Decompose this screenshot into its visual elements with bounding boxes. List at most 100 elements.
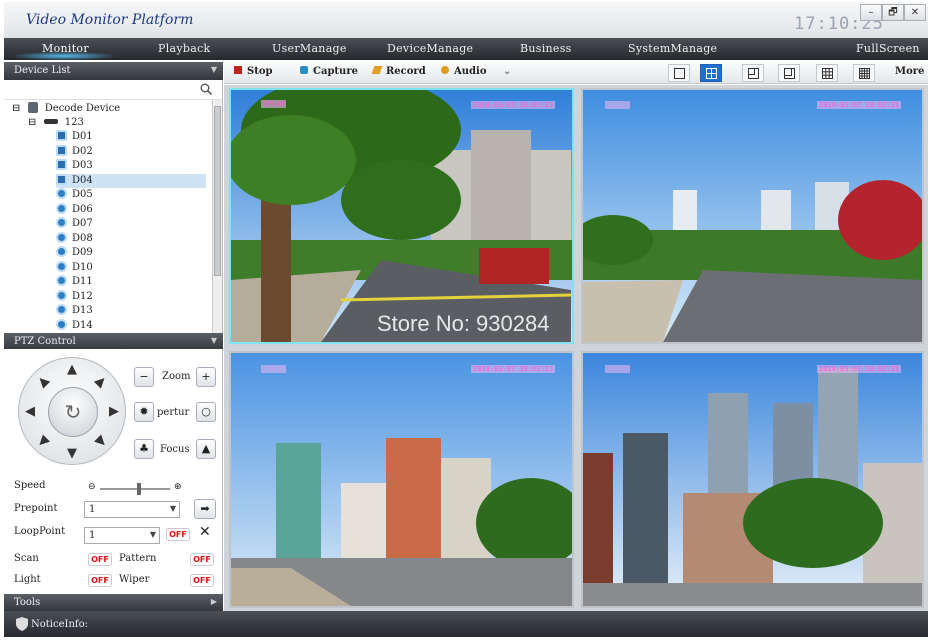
video-cell-2-name	[605, 101, 631, 109]
search-icon[interactable]	[200, 83, 212, 95]
tree-item[interactable]: D04	[56, 173, 206, 188]
close-button[interactable]: ✕	[904, 4, 926, 21]
light-toggle[interactable]: OFF	[88, 574, 112, 587]
menu-fullscreen[interactable]: FullScreen	[856, 42, 920, 55]
capture-button[interactable]: Capture	[300, 66, 358, 77]
video-cell-4[interactable]: 2014-03-07 18:02:21	[581, 351, 924, 608]
tree-item[interactable]: D08	[56, 231, 93, 246]
tree-item[interactable]: D05	[56, 188, 93, 202]
pan-down-icon[interactable]: ▼	[67, 446, 77, 461]
prepoint-label: Prepoint	[14, 503, 58, 514]
focus-far-icon[interactable]: ▲	[196, 439, 216, 459]
chevron-down-icon: ▼	[149, 530, 156, 539]
collapse-icon[interactable]: ▼	[211, 336, 217, 345]
layout-4-button[interactable]	[700, 64, 722, 82]
scan-toggle[interactable]: OFF	[88, 553, 112, 566]
prepoint-select[interactable]: 1 ▼	[84, 501, 180, 518]
layout-1-button[interactable]	[668, 64, 690, 82]
tree-item[interactable]: D14	[56, 318, 93, 333]
tree-item[interactable]: D06	[56, 202, 93, 217]
speed-decrease-icon[interactable]: ⊖	[88, 482, 96, 492]
menu-monitor[interactable]: Monitor	[42, 42, 89, 55]
layout-8-button[interactable]	[778, 64, 800, 82]
layout-six-icon	[748, 68, 759, 79]
tree-item[interactable]: D12	[56, 289, 93, 304]
menu-playback[interactable]: Playback	[158, 42, 211, 55]
video-cell-1[interactable]: IPCAM 2014-03-07 18:02:21 Store No: 9302…	[229, 88, 574, 344]
pan-right-icon[interactable]: ▶	[109, 404, 119, 419]
more-button[interactable]: More	[895, 66, 924, 77]
aperture-open-icon[interactable]: ○	[196, 402, 216, 422]
aperture-close-icon[interactable]: ✹	[134, 402, 154, 422]
menu-devicemanage[interactable]: DeviceManage	[387, 42, 473, 55]
record-button[interactable]: Record	[371, 66, 426, 77]
tree-root[interactable]: ⊟ Decode Device	[12, 102, 120, 116]
video-frame-skyline	[583, 90, 922, 342]
device-list-header[interactable]: Device List ▼	[4, 62, 223, 80]
zoom-in-icon[interactable]: +	[196, 367, 216, 387]
pan-down-right-icon[interactable]: ▼	[92, 433, 110, 451]
camera-channel-icon	[56, 231, 67, 243]
stop-label: Stop	[247, 66, 273, 77]
video-cell-4-timestamp: 2014-03-07 18:02:21	[817, 365, 902, 373]
tree-item-label: D03	[72, 160, 93, 171]
tree-item[interactable]: D03	[56, 159, 93, 173]
tree-item-label: D10	[72, 261, 93, 273]
scrollbar-thumb[interactable]	[214, 106, 221, 276]
tree-item[interactable]: D02	[56, 144, 93, 159]
tools-header[interactable]: Tools ▶	[4, 594, 223, 611]
tree-item[interactable]: D09	[56, 246, 93, 260]
camera-channel-icon	[56, 173, 67, 185]
restore-button[interactable]: 🗗	[882, 4, 904, 21]
device-list-scrollbar[interactable]	[212, 100, 222, 333]
tree-item[interactable]: D10	[56, 260, 93, 275]
pan-up-icon[interactable]: ▲	[67, 362, 77, 377]
stop-button[interactable]: Stop	[234, 66, 273, 77]
speed-slider[interactable]: ⊖ ⊕	[88, 482, 184, 495]
menu-business[interactable]: Business	[520, 42, 572, 55]
menu-systemmanage[interactable]: SystemManage	[628, 42, 717, 55]
expand-icon[interactable]: ▶	[211, 597, 217, 606]
wiper-toggle[interactable]: OFF	[190, 574, 214, 587]
tree-group[interactable]: ⊟ 123	[28, 116, 84, 130]
audio-button[interactable]: Audio	[441, 66, 487, 77]
tree-item[interactable]: D13	[56, 304, 93, 318]
speed-label: Speed	[14, 480, 46, 491]
toolbar-overflow-icon[interactable]: ⌄	[503, 66, 511, 77]
pan-up-left-icon[interactable]: ▲	[34, 373, 52, 391]
tree-item[interactable]: D01	[56, 130, 93, 144]
video-cell-1-timestamp: 2014-03-07 18:02:21	[471, 101, 556, 109]
tree-item-label: D09	[72, 247, 93, 258]
expand-icon[interactable]: ⊟	[28, 117, 36, 128]
pan-up-right-icon[interactable]: ▲	[92, 373, 110, 391]
focus-near-icon[interactable]: ♣	[134, 439, 154, 459]
video-frame-downtown	[583, 353, 922, 606]
pan-left-icon[interactable]: ◀	[25, 404, 35, 419]
collapse-icon[interactable]: ▼	[211, 65, 217, 74]
title-bar: Video Monitor Platform 17:10:25 – 🗗 ✕	[4, 2, 928, 38]
layout-9-button[interactable]	[816, 64, 838, 82]
layout-6-button[interactable]	[742, 64, 764, 82]
layout-16-button[interactable]	[853, 64, 875, 82]
minimize-button[interactable]: –	[860, 4, 882, 21]
settings-tools-icon[interactable]: ✕	[199, 524, 211, 540]
zoom-out-icon[interactable]: −	[134, 367, 154, 387]
shield-icon	[16, 617, 28, 631]
pattern-toggle[interactable]: OFF	[190, 553, 214, 566]
speed-thumb[interactable]	[136, 483, 141, 495]
speed-increase-icon[interactable]: ⊕	[174, 482, 182, 492]
tree-item[interactable]: D11	[56, 275, 93, 289]
goto-prepoint-icon[interactable]: ➡	[194, 499, 216, 519]
pan-down-left-icon[interactable]: ▼	[34, 433, 52, 451]
expand-icon[interactable]: ⊟	[12, 103, 20, 114]
looppoint-select[interactable]: 1 ▼	[84, 527, 160, 544]
auto-rotate-icon[interactable]: ↻	[48, 387, 98, 437]
layout-quad-icon	[706, 68, 717, 79]
video-cell-3[interactable]: 2014-03-07 18:02:21	[229, 351, 574, 608]
tree-item[interactable]: D07	[56, 217, 93, 231]
video-cell-2[interactable]: 2014-03-07 18:02:21	[581, 88, 924, 344]
tree-item-label: D02	[72, 145, 93, 157]
menu-usermanage[interactable]: UserManage	[272, 42, 347, 55]
looppoint-toggle[interactable]: OFF	[166, 528, 190, 541]
speed-track	[100, 488, 170, 490]
